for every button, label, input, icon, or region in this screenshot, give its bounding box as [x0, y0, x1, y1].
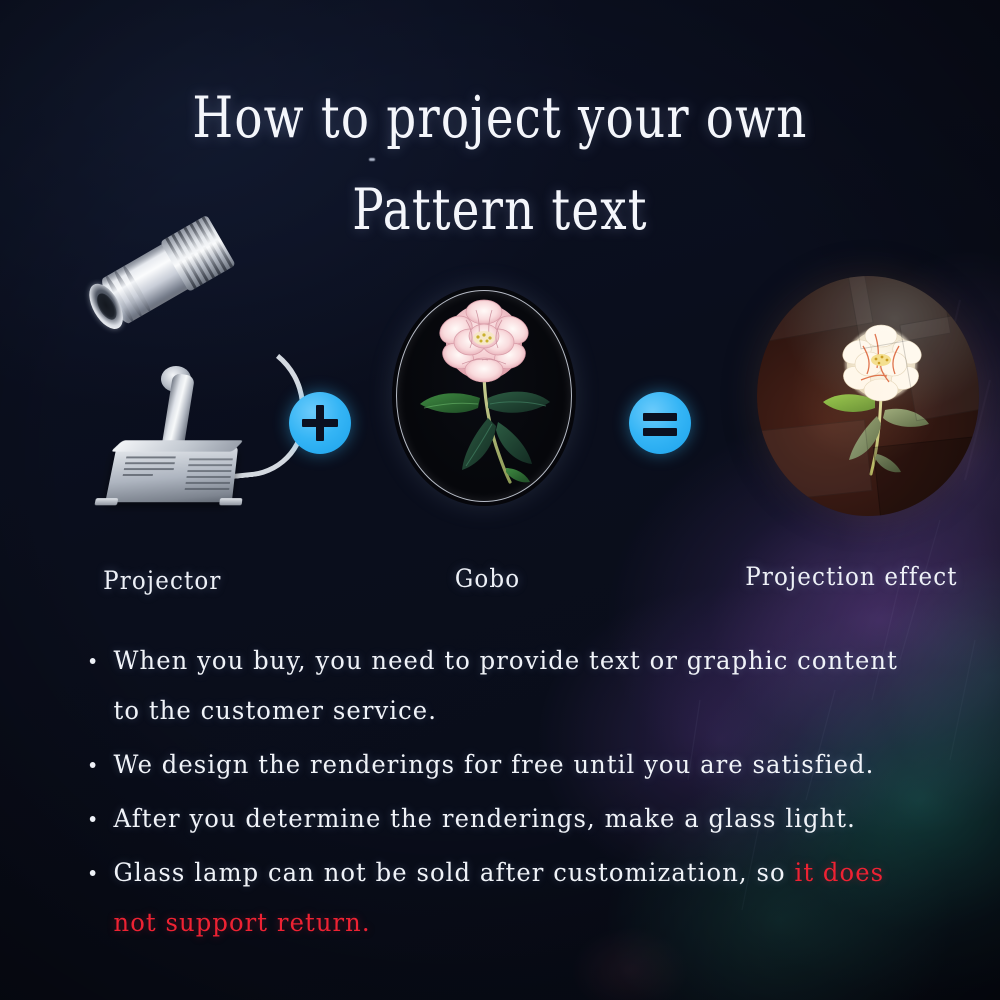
- light-speck: [369, 158, 375, 161]
- label-projection-effect: Projection effect: [745, 562, 958, 591]
- list-item: When you buy, you need to provide text o…: [86, 636, 922, 736]
- page-title: How to project your own Pattern text: [0, 72, 1000, 256]
- label-projector: Projector: [103, 566, 222, 595]
- bullet-dot-icon: [89, 816, 96, 822]
- info-bullet-list: When you buy, you need to provide text o…: [86, 636, 966, 952]
- equals-icon: [629, 392, 691, 454]
- label-gobo: Gobo: [454, 564, 521, 593]
- bullet-dot-icon: [89, 658, 96, 664]
- title-line-1: How to project your own: [192, 85, 808, 151]
- plus-icon: [289, 392, 351, 454]
- base-label-text: [121, 456, 176, 482]
- promo-banner: How to project your own Pattern text Pro…: [0, 0, 1000, 1000]
- projection-shading: [757, 276, 979, 516]
- list-item-text: We design the renderings for free until …: [113, 750, 875, 780]
- gobo-glass-image: [392, 286, 576, 506]
- projector-lamp-image: [82, 214, 313, 528]
- list-item-text: Glass lamp can not be sold after customi…: [113, 858, 795, 888]
- equation-row: [0, 214, 1000, 528]
- list-item-text: When you buy, you need to provide text o…: [113, 646, 898, 726]
- gobo-rim: [396, 290, 572, 502]
- list-item-text: After you determine the renderings, make…: [113, 804, 856, 834]
- list-item: We design the renderings for free until …: [86, 740, 922, 790]
- list-item: After you determine the renderings, make…: [86, 794, 922, 844]
- projection-effect-image: [757, 276, 979, 516]
- list-item: Glass lamp can not be sold after customi…: [86, 848, 922, 948]
- driver-base-box: [94, 440, 244, 506]
- bullet-dot-icon: [89, 870, 96, 876]
- bullet-dot-icon: [89, 762, 96, 768]
